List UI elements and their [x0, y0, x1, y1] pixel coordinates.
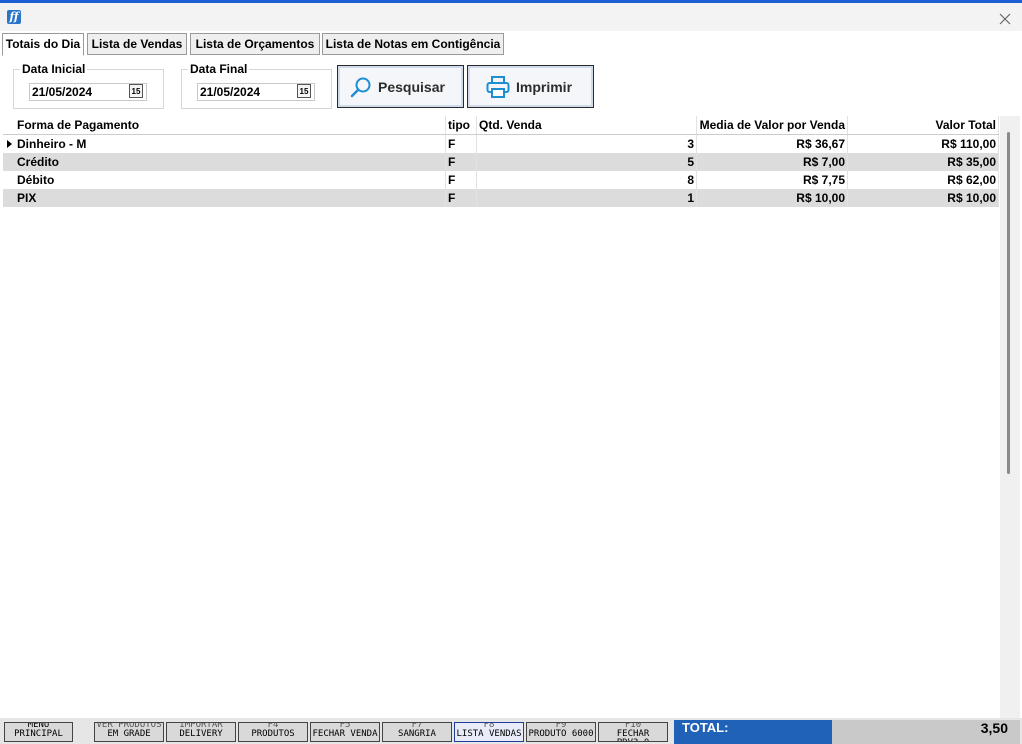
f8-lista-vendas-button[interactable]: F8 LISTA VENDAS	[454, 722, 524, 742]
search-button[interactable]: Pesquisar	[337, 65, 464, 108]
close-button[interactable]	[994, 7, 1016, 27]
table-row[interactable]: Débito F 8 R$ 7,75 R$ 62,00	[3, 171, 999, 189]
cell-tipo: F	[446, 153, 477, 171]
cell-qtd-venda: 5	[477, 153, 697, 171]
cell-valor-total: R$ 10,00	[848, 189, 999, 207]
print-button[interactable]: Imprimir	[467, 65, 594, 108]
fkey-label: FECHAR VENDA	[312, 729, 378, 739]
column-header-tipo[interactable]: tipo	[446, 116, 477, 134]
tab-lista-de-vendas[interactable]: Lista de Vendas	[87, 33, 187, 55]
payment-totals-grid: Forma de Pagamento tipo Qtd. Venda Media…	[3, 116, 999, 718]
fkey-label: MENU PRINCIPAL	[14, 722, 63, 739]
fkey-label: FECHAR PDV3.0	[616, 729, 650, 742]
total-label: TOTAL:	[682, 720, 729, 735]
tab-lista-de-notas-em-contigencia[interactable]: Lista de Notas em Contigência	[322, 33, 504, 55]
cell-media-valor: R$ 36,67	[697, 135, 848, 153]
close-icon	[999, 13, 1011, 24]
f10-fechar-pdv-button[interactable]: F10 FECHAR PDV3.0	[598, 722, 668, 742]
calendar-icon[interactable]: 15	[129, 84, 143, 98]
cell-qtd-venda: 3	[477, 135, 697, 153]
search-button-label: Pesquisar	[378, 79, 445, 95]
start-date-label: Data Inicial	[20, 62, 88, 76]
f5-fechar-venda-button[interactable]: F5 FECHAR VENDA	[310, 722, 380, 742]
cell-valor-total: R$ 35,00	[848, 153, 999, 171]
column-header-qtd-venda[interactable]: Qtd. Venda	[477, 116, 697, 134]
fkey-label: PRODUTO 6000	[528, 729, 594, 739]
cell-tipo: F	[446, 135, 477, 153]
table-row[interactable]: Dinheiro - M F 3 R$ 36,67 R$ 110,00	[3, 135, 999, 153]
cell-media-valor: R$ 7,75	[697, 171, 848, 189]
scrollbar-thumb[interactable]	[1007, 132, 1010, 474]
ff-logo-icon: ff	[7, 10, 21, 24]
print-button-label: Imprimir	[516, 79, 573, 95]
ver-produtos-grade-button[interactable]: VER PRODUTOS EM GRADE	[94, 722, 164, 742]
f9-produto-6000-button[interactable]: F9 PRODUTO 6000	[526, 722, 596, 742]
cell-media-valor: R$ 7,00	[697, 153, 848, 171]
total-label-background: TOTAL:	[674, 720, 832, 744]
column-header-forma-de-pagamento[interactable]: Forma de Pagamento	[15, 116, 446, 134]
cell-forma-de-pagamento: PIX	[15, 189, 446, 207]
calendar-icon[interactable]: 15	[297, 84, 311, 98]
vertical-scrollbar[interactable]	[1000, 116, 1020, 718]
printer-icon	[486, 76, 510, 98]
title-bar: ff	[0, 3, 1022, 31]
total-value: 3,50	[980, 720, 1008, 736]
column-header-valor-total[interactable]: Valor Total	[848, 116, 999, 134]
current-row-indicator-icon	[7, 140, 12, 148]
cell-media-valor: R$ 10,00	[697, 189, 848, 207]
cell-forma-de-pagamento: Crédito	[15, 153, 446, 171]
fkey-label: SANGRIA	[398, 729, 436, 739]
tab-lista-de-orcamentos[interactable]: Lista de Orçamentos	[190, 33, 320, 55]
end-date-group: Data Final 15	[181, 62, 332, 109]
table-row[interactable]: PIX F 1 R$ 10,00 R$ 10,00	[3, 189, 999, 207]
search-icon	[350, 77, 371, 98]
total-panel: TOTAL: 3,50	[674, 720, 1020, 744]
end-date-label: Data Final	[188, 62, 250, 76]
f7-sangria-button[interactable]: F7 SANGRIA	[382, 722, 452, 742]
f4-produtos-button[interactable]: F4 PRODUTOS	[238, 722, 308, 742]
start-date-group: Data Inicial 15	[13, 62, 164, 109]
cell-tipo: F	[446, 171, 477, 189]
cell-tipo: F	[446, 189, 477, 207]
cell-valor-total: R$ 62,00	[848, 171, 999, 189]
cell-qtd-venda: 1	[477, 189, 697, 207]
fkey-label: PRODUTOS	[251, 729, 295, 739]
fkey-label: EM GRADE	[107, 729, 151, 739]
cell-forma-de-pagamento: Dinheiro - M	[15, 135, 446, 153]
column-header-media-valor[interactable]: Media de Valor por Venda	[697, 116, 848, 134]
table-row[interactable]: Crédito F 5 R$ 7,00 R$ 35,00	[3, 153, 999, 171]
menu-principal-button[interactable]: MENU PRINCIPAL	[4, 722, 73, 742]
grid-header: Forma de Pagamento tipo Qtd. Venda Media…	[3, 116, 999, 135]
importar-delivery-button[interactable]: IMPORTAR DELIVERY	[166, 722, 236, 742]
fkey-label: DELIVERY	[179, 729, 223, 739]
fkey-label: LISTA VENDAS	[456, 729, 522, 739]
tab-totais-do-dia[interactable]: Totais do Dia	[2, 33, 84, 56]
cell-qtd-venda: 8	[477, 171, 697, 189]
cell-valor-total: R$ 110,00	[848, 135, 999, 153]
cell-forma-de-pagamento: Débito	[15, 171, 446, 189]
